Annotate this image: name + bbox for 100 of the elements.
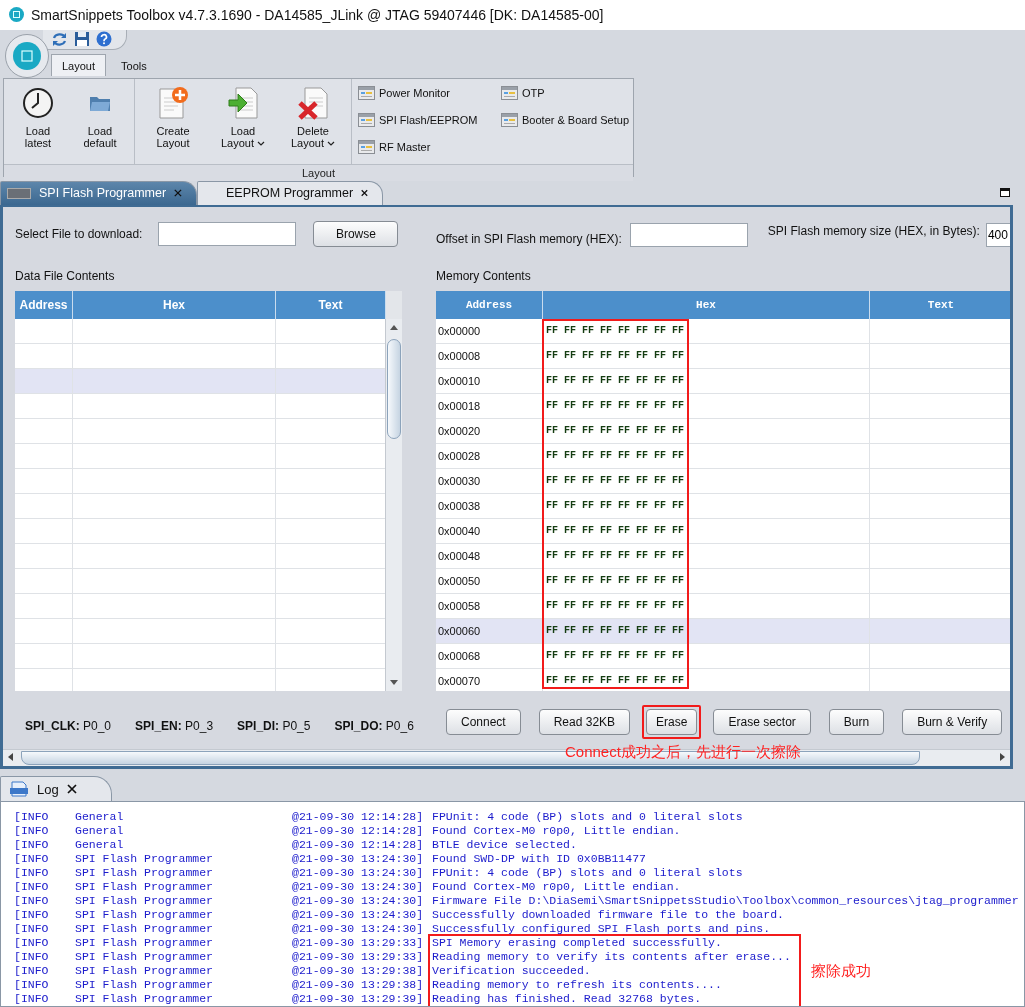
section-title: Data File Contents [15,268,116,283]
address-cell: 0x00058 [436,593,543,618]
clock-icon [22,86,54,119]
table-row[interactable] [15,318,385,344]
log-time: @21-09-30 12:14:28] [292,824,425,838]
pin-assignment: SPI_CLK: P0_0 [25,718,112,733]
log-source: SPI Flash Programmer [75,936,215,950]
window-icon [501,85,518,100]
field-label: Offset in SPI Flash memory (HEX): [436,231,622,246]
action-button[interactable]: Burn & Verify [902,708,1003,735]
log-message: Successfully downloaded firmware file to the board. [432,908,784,922]
file-field[interactable] [158,221,297,246]
maximize-icon[interactable] [1000,187,1010,197]
table-row[interactable]: 0x00030 FF FF FF FF FF FF FF FF [436,468,1010,494]
table-row[interactable]: 0x00058 FF FF FF FF FF FF FF FF [436,593,1010,619]
hex-cell: FF FF FF FF FF FF FF FF [543,343,870,368]
browse-button[interactable]: Browse [313,220,399,247]
table-row[interactable]: 0x00050 FF FF FF FF FF FF FF FF [436,568,1010,594]
document-tab[interactable]: SPI Flash Programmer [0,180,197,205]
action-button[interactable]: Connect [446,708,521,735]
log-tab[interactable]: Log [0,776,112,801]
ribbon-tab[interactable]: Tools [110,53,158,76]
log-icon [9,781,29,797]
address-cell: 0x00048 [436,543,543,568]
header-corner [386,290,402,319]
table-row[interactable]: 0x00010 FF FF FF FF FF FF FF FF [436,368,1010,394]
hex-cell: FF FF FF FF FF FF FF FF [543,443,870,468]
launcher-item[interactable]: Booter & Board Setup [501,109,629,130]
table-row[interactable]: 0x00040 FF FF FF FF FF FF FF FF [436,518,1010,544]
close-icon[interactable] [361,188,368,199]
address-cell: 0x00018 [436,393,543,418]
log-message: Reading has finished. Read 32768 bytes. [432,992,702,1006]
table-row[interactable]: 0x00020 FF FF FF FF FF FF FF FF [436,418,1010,444]
column-header: Address [15,290,73,319]
address-cell: 0x00028 [436,443,543,468]
pin-assignment: SPI_EN: P0_3 [135,718,214,733]
table-row[interactable]: 0x00008 FF FF FF FF FF FF FF FF [436,343,1010,369]
log-time: @21-09-30 13:24:30] [292,908,425,922]
ribbon-button[interactable]: Load default [72,84,128,164]
log-time: @21-09-30 12:14:28] [292,810,425,824]
close-icon[interactable] [66,784,77,794]
size-field[interactable]: 400 [985,222,1010,247]
document-tab[interactable]: EEPROM Programmer [197,180,383,205]
app-menu-button[interactable] [5,33,49,78]
table-row[interactable]: 0x00048 FF FF FF FF FF FF FF FF [436,543,1010,569]
window-icon [358,112,375,127]
log-level: [INFO [14,992,50,1006]
ribbon-button[interactable]: Delete Layout [281,84,345,164]
group-label: Layout [4,163,633,181]
ribbon-button[interactable]: Load latest [10,84,66,164]
action-button[interactable]: Erase [646,708,698,735]
save-icon[interactable] [74,31,90,48]
hex-cell: FF FF FF FF FF FF FF FF [543,368,870,393]
table-row[interactable]: 0x00028 FF FF FF FF FF FF FF FF [436,443,1010,469]
hex-cell: FF FF FF FF FF FF FF FF [543,593,870,618]
log-message: Verification succeeded. [432,964,591,978]
log-level: [INFO [14,838,50,852]
document-plus-icon [157,85,189,120]
launcher-item[interactable]: SPI Flash/EEPROM [358,109,501,130]
log-level: [INFO [14,894,50,908]
action-button[interactable]: Read 32KB [538,708,631,735]
hex-cell: FF FF FF FF FF FF FF FF [543,643,870,668]
address-cell: 0x00010 [436,368,543,393]
log-source: SPI Flash Programmer [75,922,215,936]
action-button[interactable]: Erase sector [713,708,811,735]
hex-cell: FF FF FF FF FF FF FF FF [543,543,870,568]
launcher-item[interactable]: RF Master [358,136,501,157]
log-source: SPI Flash Programmer [75,908,215,922]
ribbon-tab[interactable]: Layout [51,53,107,76]
vertical-scrollbar[interactable] [385,318,402,691]
hex-cell: FF FF FF FF FF FF FF FF [543,568,870,593]
log-message: Found Cortex-M0 r0p0, Little endian. [432,824,681,838]
offset-field[interactable] [629,222,748,247]
table-row[interactable]: 0x00018 FF FF FF FF FF FF FF FF [436,393,1010,419]
refresh-icon[interactable] [51,30,68,48]
window-icon [358,139,375,154]
table-row[interactable]: 0x00038 FF FF FF FF FF FF FF FF [436,493,1010,519]
log-message: BTLE device selected. [432,838,577,852]
help-icon[interactable] [96,31,112,48]
hex-cell: FF FF FF FF FF FF FF FF [543,668,870,691]
address-cell: 0x00038 [436,493,543,518]
ribbon-button[interactable]: Load Layout [211,84,275,164]
launcher-item[interactable]: OTP [501,82,629,103]
log-level: [INFO [14,922,50,936]
field-label: SPI Flash memory size (HEX, in Bytes): [767,223,980,238]
log-message: Reading memory to refresh its contents.... [432,978,722,992]
hex-cell: FF FF FF FF FF FF FF FF [543,618,870,643]
ribbon-button[interactable]: Create Layout [141,84,205,164]
action-button[interactable]: Burn [828,708,885,735]
log-level: [INFO [14,880,50,894]
document-delete-icon [297,85,329,120]
tab-label: Log [37,781,59,797]
log-time: @21-09-30 13:24:30] [292,866,425,880]
log-level: [INFO [14,936,50,950]
log-source: SPI Flash Programmer [75,880,215,894]
log-level: [INFO [14,978,50,992]
table-row[interactable]: 0x00068 FF FF FF FF FF FF FF FF [436,643,1010,669]
log-message: SPI Memory erasing completed successfully. [432,936,722,950]
launcher-item[interactable]: Power Monitor [358,82,501,103]
table-row[interactable]: 0x00060 FF FF FF FF FF FF FF FF [436,618,1010,644]
